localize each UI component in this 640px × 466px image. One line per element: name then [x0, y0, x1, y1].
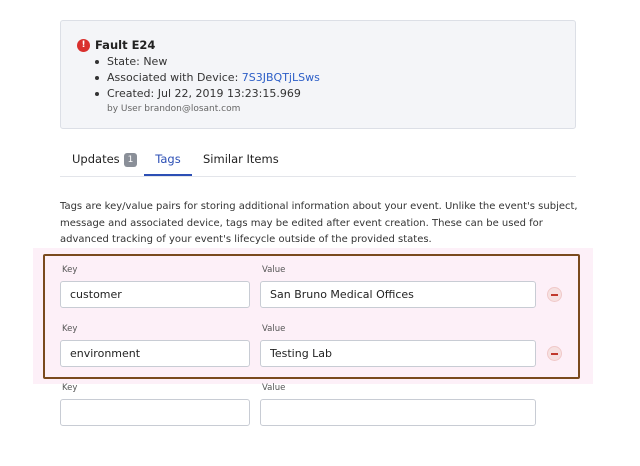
event-device-prefix: Associated with Device:	[107, 71, 242, 84]
device-link[interactable]: 7S3JBQTjLSws	[242, 71, 320, 84]
event-device: Associated with Device: 7S3JBQTjLSws	[93, 70, 320, 86]
remove-tag-button[interactable]	[547, 346, 562, 361]
event-tabs: Updates 1 Tags Similar Items	[60, 145, 576, 178]
tabs-divider	[60, 176, 576, 177]
tag-key-input[interactable]	[60, 399, 250, 426]
updates-count-badge: 1	[123, 153, 138, 167]
tab-updates-label: Updates	[72, 152, 120, 166]
event-title: Fault E24	[95, 38, 156, 52]
event-created: Created: Jul 22, 2019 13:23:15.969	[93, 86, 320, 102]
event-state: State: New	[93, 54, 320, 70]
tag-value-input[interactable]	[260, 340, 536, 367]
tag-key-input[interactable]	[60, 281, 250, 308]
tag-row: Key Value	[60, 265, 580, 315]
event-created-by: by User brandon@losant.com	[107, 104, 241, 114]
tag-value-input[interactable]	[260, 399, 536, 426]
tag-row: Key Value	[60, 324, 580, 374]
event-title-row: ! Fault E24	[77, 38, 155, 52]
value-label: Value	[262, 383, 286, 393]
remove-tag-button[interactable]	[547, 287, 562, 302]
event-summary-card: ! Fault E24 State: New Associated with D…	[60, 20, 576, 129]
alert-circle-icon: !	[77, 38, 90, 52]
tab-similar-items[interactable]: Similar Items	[203, 145, 279, 176]
key-label: Key	[62, 383, 78, 393]
tags-description: Tags are key/value pairs for storing add…	[60, 201, 578, 245]
value-label: Value	[262, 324, 286, 334]
tab-updates[interactable]: Updates 1	[72, 145, 138, 176]
event-details-list: State: New Associated with Device: 7S3JB…	[93, 54, 320, 102]
key-label: Key	[62, 265, 78, 275]
tag-key-input[interactable]	[60, 340, 250, 367]
tag-value-input[interactable]	[260, 281, 536, 308]
tab-tags[interactable]: Tags	[144, 145, 192, 176]
tag-row-new: Key Value	[60, 383, 580, 433]
value-label: Value	[262, 265, 286, 275]
key-label: Key	[62, 324, 78, 334]
